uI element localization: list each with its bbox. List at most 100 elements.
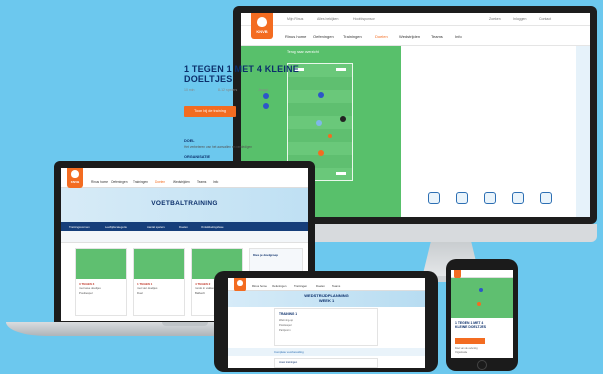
mini-goal-icon [336,172,346,175]
goal-text: Het verbeteren van het aanvallen en verd… [184,145,253,149]
bib-icon [456,192,468,204]
lion-crest-icon [257,17,267,27]
section-label: Jouw trainingen [279,361,298,364]
page-title: VOETBALTRAINING [151,200,218,207]
exercise-title: 1 TEGEN 1 MET 4 KLEINE DOELTJES [184,64,299,84]
pitch-diagram [451,278,513,318]
cone-icon [512,192,524,204]
topbar-link-alles[interactable]: Alles bekijken [317,17,338,21]
filter-bar: Trainingsvormen Leeftijdscategorie Aanta… [61,222,308,231]
section-line: Doel van de oefening [455,347,478,350]
filter-tab[interactable]: Doelen [179,225,188,229]
waiting-player-icon [263,103,269,109]
topbar-login[interactable]: Inloggen [513,17,526,21]
nav-item-wedstrijden[interactable]: Wedstrijden [173,180,190,184]
meta-players: 8-12 spelers [218,88,238,92]
nav-item-home[interactable]: Rinus home [285,34,306,39]
laptop-nav: Rinus home Oefeningen Trainingen Doelen … [61,168,308,188]
exercise-title: 1 TEGEN 1 MET 4 KLEINE DOELTJES [455,321,486,329]
player-black-icon [340,116,346,122]
pitch-thumbnail [134,249,184,279]
knvb-logo[interactable]: KNVB [251,13,273,39]
add-to-training-button[interactable]: Toon bij de training [184,106,236,117]
section-line: Organisatie [455,351,468,354]
goal-icon [484,192,496,204]
pitch-thumbnail [76,249,126,279]
player-orange-icon [318,150,324,156]
knvb-logo[interactable] [234,278,246,292]
filter-tab[interactable]: Aantal spelers [147,225,165,229]
filter-dropdowns[interactable] [61,231,308,243]
nav-item-trainingen[interactable]: Trainingen [343,34,362,39]
info-strip: Complete voorbereiding [228,348,425,356]
main-nav: Rinus home Oefeningen Trainingen Doelen … [241,26,590,46]
add-to-training-button[interactable] [455,338,485,344]
share-sidebar [576,46,590,217]
laptop-notch [162,322,208,326]
card-category: Positiespel [79,291,93,295]
trainings-section[interactable]: Jouw trainingen [274,358,378,368]
nav-item-home[interactable]: Rinus home [252,284,267,288]
nav-item-oefeningen[interactable]: Oefeningen [272,284,286,288]
topbar-contact[interactable]: Contact [539,17,551,21]
nav-item-oefeningen[interactable]: Oefeningen [111,180,127,184]
filter-tab[interactable]: Ontwikkelingsfase [201,225,224,229]
exercise-title-line: KLEINE DOELTJES [455,325,487,329]
page-title: WEDSTRIJDPLANNING WEEK 1 [228,293,425,303]
nav-item-home[interactable]: Rinus home [91,180,108,184]
nav-item-teams[interactable]: Teams [431,34,443,39]
ball-icon [428,192,440,204]
nav-item-doelen[interactable]: Doelen [316,284,325,288]
nav-item-teams[interactable]: Teams [197,180,206,184]
mini-goal-icon [336,68,346,71]
goal-heading: DOEL [184,139,195,143]
exercise-card[interactable]: 3 TEGEN 3 met twee doeltjes Positiespel [75,248,127,316]
filter-tab[interactable]: Leeftijdscategorie [105,225,127,229]
sidebar-heading: Kies je doelgroep [253,253,279,257]
page-subtitle: WEEK 1 [318,298,335,303]
home-button-icon[interactable] [477,360,487,370]
top-utility-bar: Mijn Rinus Alles bekijken Hoofdsponsor Z… [241,13,590,26]
card-line: Partijvorm [279,329,291,332]
filter-tab[interactable]: Trainingsvormen [69,225,90,229]
back-link[interactable]: Terug naar overzicht [287,50,319,54]
cone-icon [328,134,332,138]
card-category: Balbezit [195,291,205,295]
organisation-heading: ORGANISATIE [184,155,211,159]
topbar-search[interactable]: Zoeken [489,17,501,21]
meta-age: Jeugd [258,88,268,92]
tablet-nav: Rinus home Oefeningen Trainingen Doelen … [228,278,425,291]
card-line: Warming-up [279,319,294,322]
lion-crest-icon [237,280,243,286]
phone-screen: 1 TEGEN 1 MET 4 KLEINE DOELTJES Doel van… [451,270,513,358]
info-strip-text: Complete voorbereiding [274,350,304,354]
hat-icon [540,192,552,204]
training-card[interactable]: TRAINING 1 Warming-up Positiespel Partij… [274,308,378,346]
card-category: Duel [137,291,143,295]
card-heading: TRAINING 1 [279,312,298,316]
waiting-player-icon [263,93,269,99]
exercise-card[interactable]: 1 TEGEN 1 met vier doeltjes Duel [133,248,185,316]
lion-crest-icon [71,170,79,178]
logo-text: KNVB [256,29,268,34]
card-line: Positiespel [279,324,292,327]
nav-item-trainingen[interactable]: Trainingen [294,284,307,288]
nav-item-oefeningen[interactable]: Oefeningen [313,34,334,39]
topbar-link-mijn-rinus[interactable]: Mijn Rinus [287,17,303,21]
nav-item-doelen[interactable]: Doelen [375,34,388,39]
nav-item-info[interactable]: Info [213,180,218,184]
player-orange-icon [477,302,481,306]
nav-item-info[interactable]: Info [455,34,462,39]
nav-item-teams[interactable]: Teams [332,284,340,288]
logo-text: KNVB [70,180,80,184]
player-blue-icon [479,288,483,292]
tablet-screen: Rinus home Oefeningen Trainingen Doelen … [228,278,425,368]
topbar-link-sponsor[interactable]: Hoofdsponsor [353,17,375,21]
meta-duration: 10 min [184,88,195,92]
nav-item-wedstrijden[interactable]: Wedstrijden [399,34,420,39]
nav-item-doelen[interactable]: Doelen [155,180,165,184]
player-blue-icon [318,92,324,98]
nav-item-trainingen[interactable]: Trainingen [133,180,148,184]
knvb-logo[interactable]: KNVB [67,168,83,188]
player-lightblue-icon [316,120,322,126]
